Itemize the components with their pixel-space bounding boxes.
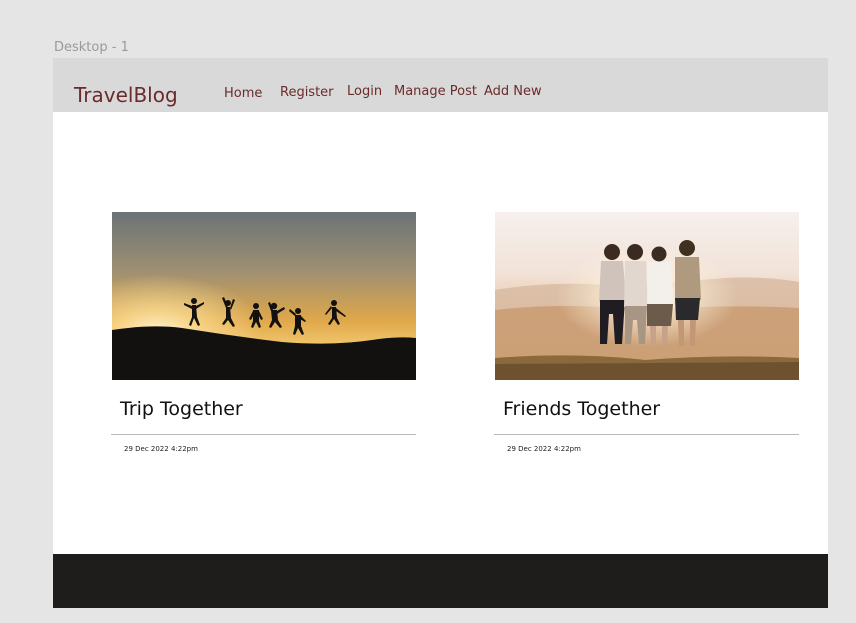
- desktop-frame: TravelBlog Home Register Login Manage Po…: [53, 58, 828, 608]
- nav-login[interactable]: Login: [347, 84, 382, 99]
- post-image-trip-together[interactable]: [112, 212, 416, 380]
- brand-logo[interactable]: TravelBlog: [74, 83, 178, 107]
- nav-register[interactable]: Register: [280, 85, 334, 100]
- post-divider: [111, 434, 416, 435]
- frame-label: Desktop - 1: [54, 40, 129, 55]
- footer: [53, 554, 828, 608]
- nav-manage-post[interactable]: Manage Post: [394, 84, 477, 99]
- post-card[interactable]: Trip Together 29 Dec 2022 4:22pm: [111, 212, 416, 453]
- post-card[interactable]: Friends Together 29 Dec 2022 4:22pm: [494, 212, 799, 453]
- post-date: 29 Dec 2022 4:22pm: [507, 445, 581, 453]
- navbar: TravelBlog Home Register Login Manage Po…: [53, 58, 828, 112]
- nav-add-new[interactable]: Add New: [484, 84, 542, 99]
- post-divider: [494, 434, 799, 435]
- nav-home[interactable]: Home: [224, 86, 262, 101]
- post-title[interactable]: Trip Together: [120, 398, 243, 420]
- post-date: 29 Dec 2022 4:22pm: [124, 445, 198, 453]
- post-image-friends-together[interactable]: [495, 212, 799, 380]
- post-title[interactable]: Friends Together: [503, 398, 660, 420]
